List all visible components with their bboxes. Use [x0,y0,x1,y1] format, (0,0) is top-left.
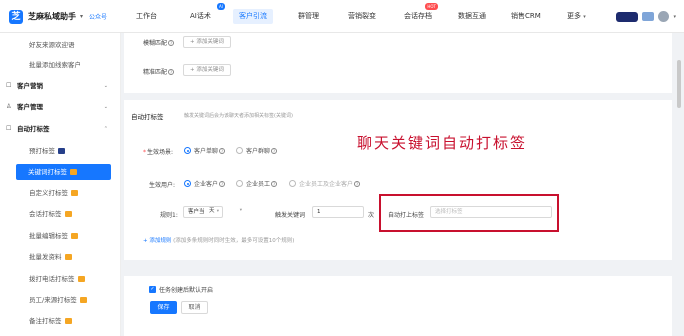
nav-more[interactable]: 更多 ▾ [567,9,586,24]
cancel-button[interactable]: 取消 [181,301,208,314]
help-icon[interactable]: ? [168,69,175,75]
scene-label: *生效场景: [143,149,174,156]
nav-session-archive[interactable]: 会话存档 HOT [404,3,438,24]
users-radio-staff[interactable]: 企业员工? [236,179,278,188]
org-logo [616,11,639,22]
trigger-keyword-label: 触发关键词 [275,212,306,219]
default-enable-checkbox[interactable]: ✓ 任务创建后默认开启 [149,285,213,294]
marketing-icon: ☐ [6,82,12,89]
sidebar-group-auto-tag[interactable]: ☐ 自动打标签 ⌃ [0,121,121,137]
auto-tag-hint: 触发关键词后会为该聊天者添加相关标签(关键词) [184,113,293,119]
brand-name: 芝麻私域助手 [28,12,76,21]
radio-icon [289,180,296,187]
user-area[interactable]: ▾ [616,9,676,24]
nav-group-management[interactable]: 群管理 [298,9,319,24]
trigger-count-input[interactable]: 1 [312,206,364,218]
nav-workbench[interactable]: 工作台 [136,9,157,24]
avatar[interactable] [658,11,670,22]
hot-badge: HOT [425,3,438,10]
add-fuzzy-keyword-button[interactable]: + 添加关键词 [183,36,231,48]
top-navigation-bar: 芝 芝麻私域助手 ▾ 公众号 工作台 AI话术 AI 客户引流 群管理 营销裂变… [0,0,684,33]
help-icon[interactable]: ? [271,180,278,187]
rule-label: 规则1: [160,212,178,219]
vip-icon [64,211,72,217]
help-icon[interactable]: ? [271,147,278,154]
users-radio-customers[interactable]: 企业客户? [184,179,226,188]
help-icon[interactable]: ? [219,147,226,154]
sidebar-item-batch-edit-tag[interactable]: 批量编辑标签 [0,228,121,244]
nav-sales-crm[interactable]: 销售CRM [511,9,541,24]
brand-logo-icon: 芝 [9,9,23,24]
vip-icon [79,297,87,303]
sidebar-item-session-tag[interactable]: 会话打标签 [0,206,121,222]
trigger-unit-label: 次 [368,212,375,219]
add-rule-hint: (添加多条规则时同时生效，最多可设置10个规则) [173,238,295,244]
vip-icon [58,148,65,154]
chevron-down-icon: ⌄ [103,104,108,110]
sidebar-group-customer-marketing[interactable]: ☐ 客户营销 ⌄ [0,78,121,94]
exact-match-label: 精准匹配? [143,69,175,76]
fuzzy-match-label: 模糊匹配? [143,40,175,47]
chevron-down-icon: ▾ [80,13,84,20]
nav-data-interop[interactable]: 数据互通 [458,9,486,24]
vip-icon [70,169,77,175]
annotation-highlight-box [379,194,559,232]
sidebar-group-customer-management[interactable]: ♙ 客户管理 ⌄ [0,99,121,115]
annotation-caption: 聊天关键词自动打标签 [357,134,528,152]
nav-ai-script[interactable]: AI话术 AI [190,3,225,24]
ai-badge: AI [216,3,225,10]
sidebar-item-call-tag[interactable]: 拨打电话打标签 [0,271,121,287]
help-icon[interactable]: ? [219,180,226,187]
add-rule-link[interactable]: + 添加规则 (添加多条规则时同时生效，最多可设置10个规则) [143,236,294,244]
scrollbar[interactable] [677,60,681,108]
save-button[interactable]: 保存 [150,301,177,314]
vip-icon [71,233,78,239]
radio-icon [184,147,191,154]
users-radio-staff-and-customers[interactable]: 企业员工及企业客户? [289,179,361,188]
sidebar-item-remark-tag[interactable]: 备注打标签 [0,313,121,329]
sidebar-item-custom-tag[interactable]: 自定义打标签 [0,185,121,201]
scene-radio-group-chat[interactable]: 客户群聊? [236,146,278,155]
auto-tag-title: 自动打标签 [131,113,164,121]
customer-icon: ♙ [6,103,12,110]
users-label: 生效用户: [149,182,176,189]
nav-marketing-fission[interactable]: 营销裂变 [348,9,376,24]
nav-customer-acquisition[interactable]: 客户引流 [233,9,273,24]
vip-icon [77,276,85,282]
chevron-up-icon: ⌃ [103,126,108,132]
sidebar-item-staff-source-tag[interactable]: 员工/来源打标签 [0,292,121,308]
chevron-down-icon: ▾ [239,208,242,213]
vip-badge-icon [642,12,655,21]
chevron-down-icon: ▾ [673,13,676,20]
radio-icon [236,147,243,154]
vip-icon [64,318,72,324]
sidebar: 好友来源欢迎语 批量添加线索客户 ☐ 客户营销 ⌄ ♙ 客户管理 ⌄ ☐ 自动打… [0,33,121,336]
brand[interactable]: 芝 芝麻私域助手 ▾ 公众号 [9,8,107,25]
scene-radio-private-chat[interactable]: 客户单聊? [184,146,226,155]
help-icon[interactable]: ? [354,180,361,187]
help-icon[interactable]: ? [168,40,175,46]
sidebar-item-keyword-tag[interactable]: 关键词打标签 [16,164,111,180]
rule-period-select[interactable]: 天 ▾ [205,206,245,218]
radio-icon [184,180,191,187]
chevron-down-icon: ⌄ [103,83,108,89]
vip-icon [71,190,78,196]
tag-icon: ☐ [6,125,12,132]
account-type-tag: 公众号 [89,14,108,21]
sidebar-item-pre-tag[interactable]: 预打标签 [0,143,121,159]
sidebar-item-batch-send[interactable]: 批量发资料 [0,249,121,265]
sidebar-item-welcome[interactable]: 好友来源欢迎语 [0,37,121,53]
checkbox-checked-icon: ✓ [149,286,156,293]
vip-icon [64,254,72,260]
sidebar-item-batch-add-leads[interactable]: 批量添加线索客户 [0,57,121,73]
add-exact-keyword-button[interactable]: + 添加关键词 [183,64,231,76]
chevron-down-icon: ▾ [583,14,586,20]
radio-icon [236,180,243,187]
